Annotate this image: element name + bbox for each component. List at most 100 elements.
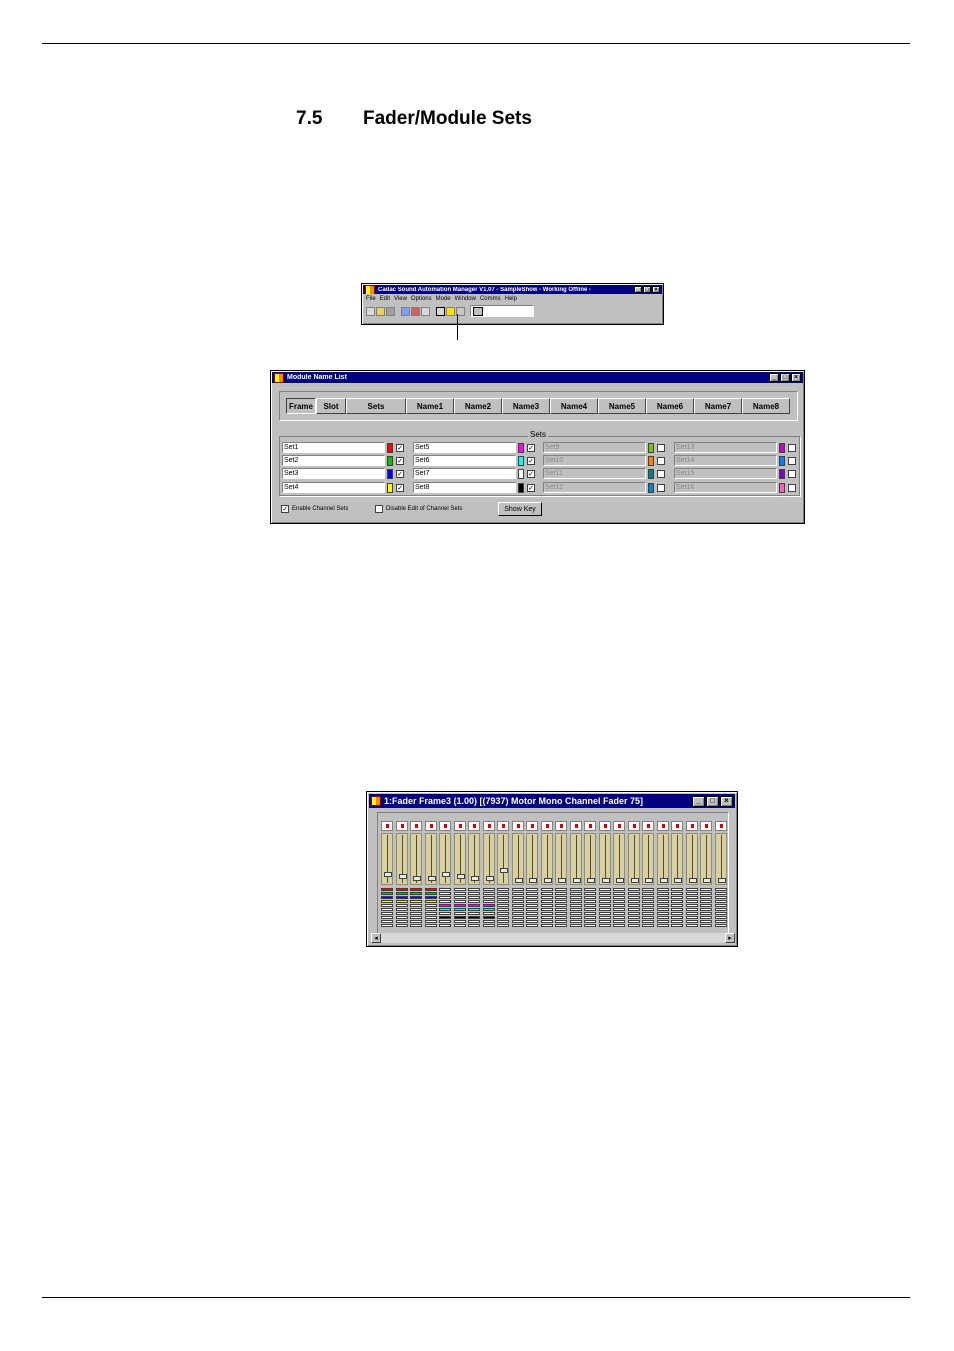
set-color-swatch[interactable] <box>648 455 654 466</box>
column-header-name8[interactable]: Name8 <box>742 398 790 414</box>
set-name-input[interactable]: Set2 <box>282 455 385 466</box>
fader-track[interactable] <box>410 833 422 885</box>
fader-track[interactable] <box>381 833 393 885</box>
column-header-sets[interactable]: Sets <box>346 398 406 414</box>
minimize-button[interactable]: _ <box>634 286 642 293</box>
menu-comms[interactable]: Comms <box>480 296 501 302</box>
menu-mode[interactable]: Mode <box>436 296 451 302</box>
fader-track[interactable] <box>511 833 524 885</box>
menu-view[interactable]: View <box>394 296 407 302</box>
minimize-button[interactable]: _ <box>769 373 779 382</box>
fader-knob[interactable] <box>587 878 595 883</box>
fader-track[interactable] <box>395 833 408 885</box>
fader-knob[interactable] <box>471 876 479 881</box>
maximize-button[interactable]: □ <box>706 795 719 807</box>
column-header-name3[interactable]: Name3 <box>502 398 550 414</box>
column-header-name1[interactable]: Name1 <box>406 398 454 414</box>
set-enable-checkbox[interactable] <box>788 469 796 478</box>
disable-edit-channel-sets[interactable]: Disable Edit of Channel Sets <box>375 505 462 513</box>
set-name-input[interactable]: Set14 <box>674 455 777 466</box>
fader-knob[interactable] <box>413 876 421 881</box>
menu-options[interactable]: Options <box>411 296 432 302</box>
fader-track[interactable] <box>453 833 466 885</box>
set-enable-checkbox[interactable]: ✓ <box>396 456 404 465</box>
set-name-input[interactable]: Set16 <box>674 482 777 493</box>
fader-knob[interactable] <box>601 878 610 883</box>
set-enable-checkbox[interactable]: ✓ <box>527 443 535 452</box>
fader-knob[interactable] <box>384 872 392 877</box>
set-name-input[interactable]: Set5 <box>413 442 516 453</box>
fader-track[interactable] <box>468 833 480 885</box>
fader-track[interactable] <box>598 833 611 885</box>
set-enable-checkbox[interactable] <box>788 483 796 492</box>
set-color-swatch[interactable] <box>779 442 785 453</box>
set-name-input[interactable]: Set7 <box>413 468 516 479</box>
fader-track[interactable] <box>540 833 553 885</box>
new-file-icon[interactable] <box>366 306 375 316</box>
fader-knob[interactable] <box>529 878 537 883</box>
horizontal-scrollbar[interactable]: ◂ ▸ <box>371 933 735 943</box>
fader-knob[interactable] <box>427 876 436 881</box>
set-color-swatch[interactable] <box>387 442 393 453</box>
menu-help[interactable]: Help <box>505 296 517 302</box>
open-folder-icon[interactable] <box>376 306 385 316</box>
fader-knob[interactable] <box>456 874 465 879</box>
column-header-name5[interactable]: Name5 <box>598 398 646 414</box>
sets-icon[interactable] <box>436 306 445 316</box>
set-color-swatch[interactable] <box>518 482 524 493</box>
set-name-input[interactable]: Set8 <box>413 482 516 493</box>
menu-edit[interactable]: Edit <box>380 296 390 302</box>
save-icon[interactable] <box>386 306 395 316</box>
fader-knob[interactable] <box>543 878 552 883</box>
fader-knob[interactable] <box>442 872 450 877</box>
set-color-swatch[interactable] <box>779 468 785 479</box>
set-enable-checkbox[interactable] <box>788 456 796 465</box>
set-enable-checkbox[interactable] <box>657 469 665 478</box>
fader-track[interactable] <box>613 833 625 885</box>
set-name-input[interactable]: Set1 <box>282 442 385 453</box>
fader-knob[interactable] <box>572 878 581 883</box>
fader-track[interactable] <box>526 833 538 885</box>
set-enable-checkbox[interactable]: ✓ <box>396 483 404 492</box>
set-color-swatch[interactable] <box>648 468 654 479</box>
fader-track[interactable] <box>497 833 509 885</box>
fader-knob[interactable] <box>717 878 726 883</box>
menu-window[interactable]: Window <box>455 296 476 302</box>
fader-track[interactable] <box>685 833 698 885</box>
set-color-swatch[interactable] <box>779 455 785 466</box>
column-header-name2[interactable]: Name2 <box>454 398 502 414</box>
fader-knob[interactable] <box>485 876 494 881</box>
menu-file[interactable]: File <box>366 296 376 302</box>
set-name-input[interactable]: Set3 <box>282 468 385 479</box>
set-enable-checkbox[interactable] <box>788 443 796 452</box>
set-name-input[interactable]: Set12 <box>543 482 646 493</box>
enable-channel-sets[interactable]: ✓ Enable Channel Sets <box>281 505 348 513</box>
fader-track[interactable] <box>700 833 712 885</box>
fader-knob[interactable] <box>630 878 639 883</box>
set-color-swatch[interactable] <box>387 482 393 493</box>
fader-track[interactable] <box>555 833 567 885</box>
fader-knob[interactable] <box>558 878 566 883</box>
set-enable-checkbox[interactable] <box>657 483 665 492</box>
set-color-swatch[interactable] <box>518 455 524 466</box>
graph-icon[interactable] <box>421 306 430 316</box>
fader-track[interactable] <box>627 833 640 885</box>
close-button[interactable]: × <box>720 795 733 807</box>
set-enable-checkbox[interactable]: ✓ <box>527 456 535 465</box>
key-icon[interactable] <box>446 306 455 316</box>
position-slider[interactable] <box>470 305 534 317</box>
set-enable-checkbox[interactable]: ✓ <box>396 443 404 452</box>
column-header-name4[interactable]: Name4 <box>550 398 598 414</box>
set-enable-checkbox[interactable]: ✓ <box>527 483 535 492</box>
set-color-swatch[interactable] <box>779 482 785 493</box>
set-name-input[interactable]: Set11 <box>543 468 646 479</box>
close-button[interactable]: × <box>791 373 801 382</box>
column-header-name7[interactable]: Name7 <box>694 398 742 414</box>
column-header-slot[interactable]: Slot <box>316 398 346 414</box>
fader-track[interactable] <box>714 833 727 885</box>
set-enable-checkbox[interactable] <box>657 456 665 465</box>
set-name-input[interactable]: Set6 <box>413 455 516 466</box>
close-button[interactable]: × <box>652 286 660 293</box>
fader-knob[interactable] <box>659 878 668 883</box>
disable-edit-checkbox[interactable] <box>375 505 383 513</box>
